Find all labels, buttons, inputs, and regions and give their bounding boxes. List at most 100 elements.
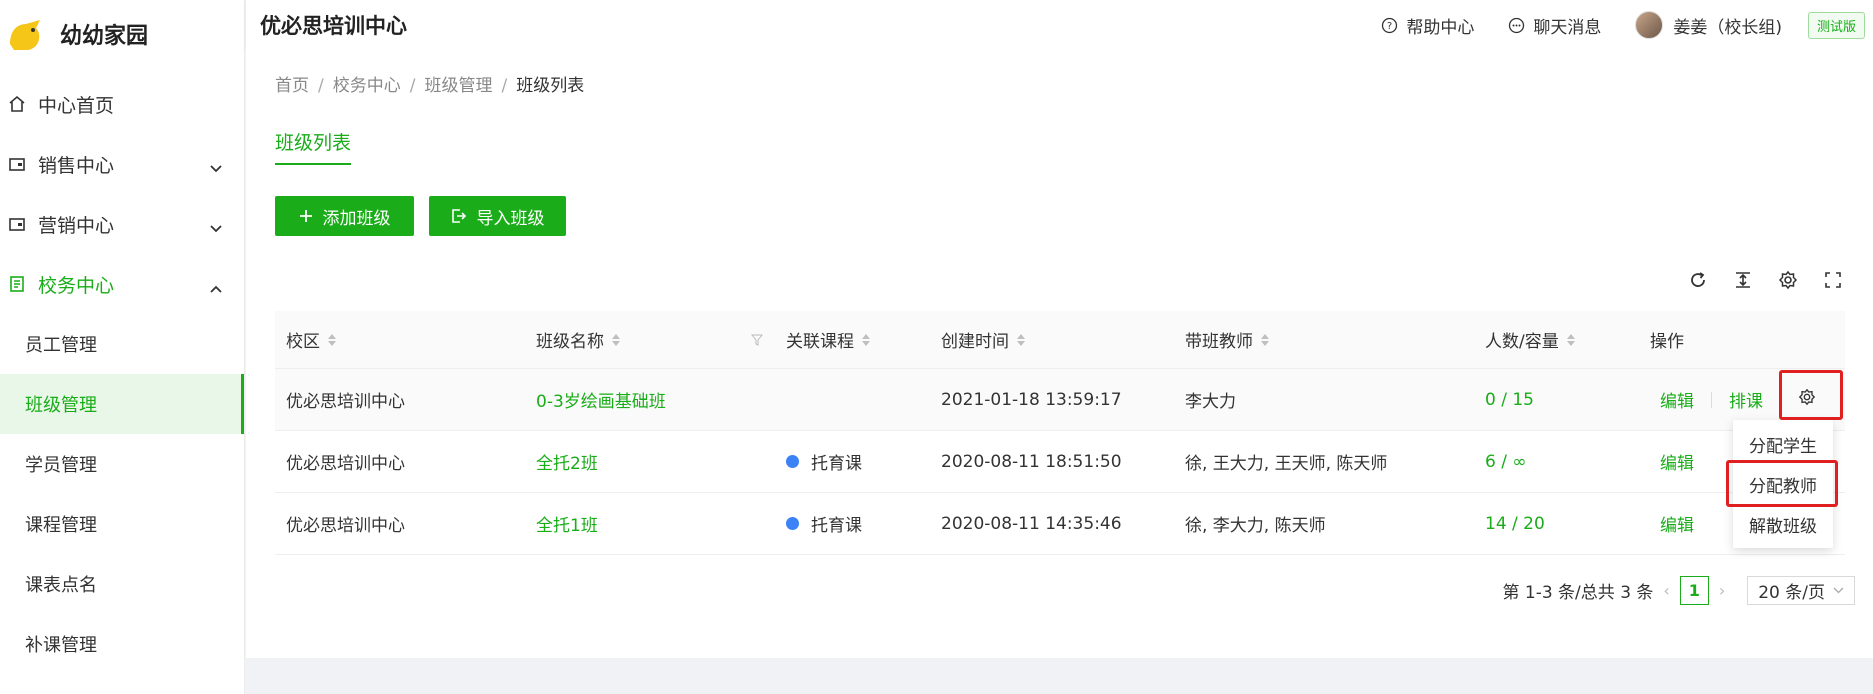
document-icon [6,273,28,295]
sort-icon[interactable] [862,333,870,346]
column-header-class-name[interactable]: 班级名称 [536,327,620,352]
app-name: 幼幼家园 [60,24,149,49]
dissolve-class-item[interactable]: 解散班级 [1733,504,1833,544]
edit-link[interactable]: 编辑 [1660,387,1694,412]
sidebar-item-label: 中心首页 [38,94,115,117]
cell-teachers: 李大力 [1185,392,1236,412]
cell-class-name-link[interactable]: 全托2班 [536,449,598,474]
fullscreen-icon[interactable] [1821,268,1845,292]
course-status-dot [786,517,799,530]
pagination-summary: 第 1-3 条/总共 3 条 [1502,583,1654,603]
table-row: 优必思培训中心 0-3岁绘画基础班 2021-01-18 13:59:17 李大… [275,369,1845,431]
schedule-link[interactable]: 排课 [1729,387,1763,412]
chevron-up-icon [210,276,222,298]
column-header-capacity[interactable]: 人数/容量 [1485,327,1575,352]
sort-icon[interactable] [1261,333,1269,346]
help-icon: ? [1382,17,1398,33]
tab-class-list[interactable]: 班级列表 [275,128,352,165]
assign-students-item[interactable]: 分配学生 [1733,424,1833,464]
chat-messages-link[interactable]: 聊天消息 [1508,13,1601,38]
sidebar-item-label: 营销中心 [38,214,115,237]
settings-icon[interactable] [1776,268,1800,292]
plus-icon [299,210,312,222]
sidebar-item-home[interactable]: 中心首页 [0,74,244,134]
breadcrumb-class-mgmt[interactable]: 班级管理 [424,76,492,96]
edit-link[interactable]: 编辑 [1660,454,1694,474]
sidebar-subitem-makeup[interactable]: 补课管理 [0,614,244,674]
table-toolbar [1665,268,1845,292]
sort-icon[interactable] [612,333,620,346]
column-header-campus[interactable]: 校区 [286,327,336,352]
sidebar-item-marketing[interactable]: 营销中心 [0,194,244,254]
sidebar-subitem-classes[interactable]: 班级管理 [0,374,244,434]
prev-page-icon[interactable]: ‹ [1663,581,1669,600]
cell-teachers: 徐, 李大力, 陈天师 [1185,516,1326,536]
cell-campus: 优必思培训中心 [286,516,405,536]
cell-class-name-link[interactable]: 0-3岁绘画基础班 [536,387,666,412]
pagination: 第 1-3 条/总共 3 条 ‹ 1 › 20 条/页 [1502,576,1855,605]
breadcrumb-home[interactable]: 首页 [275,76,309,96]
help-center-link[interactable]: ? 帮助中心 [1381,13,1474,38]
column-header-created[interactable]: 创建时间 [941,327,1025,352]
sidebar-subitem-staff[interactable]: 员工管理 [0,314,244,374]
column-header-course[interactable]: 关联课程 [786,327,870,352]
logo-icon [6,14,46,54]
sidebar: 幼幼家园 中心首页 销售中心 营销中心 校务中心 员工管理 班级管理 学员管理 … [0,0,245,694]
chevron-down-icon [210,216,222,238]
filter-icon[interactable] [750,331,764,351]
page-size-select[interactable]: 20 条/页 [1747,576,1855,605]
breadcrumb-school[interactable]: 校务中心 [333,76,401,96]
column-header-actions: 操作 [1650,332,1684,352]
chevron-down-icon [210,156,222,178]
home-icon [6,93,28,115]
sidebar-item-label: 销售中心 [38,154,115,177]
help-label: 帮助中心 [1406,17,1475,38]
cell-actions: 编辑 [1660,511,1694,536]
cell-actions: 编辑 [1660,449,1694,474]
sidebar-subitem-students[interactable]: 学员管理 [0,434,244,494]
cell-created: 2021-01-18 13:59:17 [941,389,1122,410]
cell-campus: 优必思培训中心 [286,392,405,412]
cell-course: 托育课 [786,511,862,536]
add-class-button[interactable]: 添加班级 [275,196,414,236]
sort-icon[interactable] [1017,333,1025,346]
chat-icon [1509,17,1525,33]
next-page-icon[interactable]: › [1719,581,1725,600]
sidebar-subitem-roll-call[interactable]: 课表点名 [0,554,244,614]
main-panel: 添加班级 导入班级 校区 班级名称 关联课程 创建时间 带班教师 人数/容量 操… [246,166,1873,658]
logo[interactable]: 幼幼家园 [0,0,244,68]
cell-created: 2020-08-11 18:51:50 [941,451,1122,472]
edit-link[interactable]: 编辑 [1660,516,1694,536]
page-1-button[interactable]: 1 [1679,576,1709,605]
cell-campus: 优必思培训中心 [286,454,405,474]
svg-text:?: ? [1387,21,1392,32]
user-name[interactable]: 姜姜（校长组) [1673,13,1782,38]
breadcrumb: 首页 / 校务中心 / 班级管理 / 班级列表 [275,76,585,96]
sort-icon[interactable] [1566,333,1575,346]
course-status-dot [786,455,799,468]
add-class-label: 添加班级 [322,208,391,229]
class-table: 校区 班级名称 关联课程 创建时间 带班教师 人数/容量 操作 优必思培训中心 … [275,311,1845,555]
avatar[interactable] [1635,11,1664,39]
sort-icon[interactable] [328,333,336,346]
cell-capacity: 6 / ∞ [1485,451,1527,472]
refresh-icon[interactable] [1686,268,1710,292]
cell-capacity: 0 / 15 [1485,389,1534,410]
import-class-button[interactable]: 导入班级 [429,196,566,236]
import-icon [451,209,466,223]
cell-teachers: 徐, 王大力, 王天师, 陈天师 [1185,454,1388,474]
wallet-icon [6,213,28,235]
table-row: 优必思培训中心 全托2班 托育课 2020-08-11 18:51:50 徐, … [275,431,1845,493]
table-row: 优必思培训中心 全托1班 托育课 2020-08-11 14:35:46 徐, … [275,493,1845,555]
column-header-teachers[interactable]: 带班教师 [1185,327,1269,352]
annotation-highlight-gear [1779,370,1843,420]
cell-class-name-link[interactable]: 全托1班 [536,511,598,536]
sidebar-item-label: 校务中心 [38,274,115,297]
annotation-highlight-assign-teacher [1726,460,1838,507]
cell-created: 2020-08-11 14:35:46 [941,513,1122,534]
sidebar-item-sales[interactable]: 销售中心 [0,134,244,194]
sidebar-item-school[interactable]: 校务中心 [0,254,244,314]
density-icon[interactable] [1731,268,1755,292]
sidebar-subitem-courses[interactable]: 课程管理 [0,494,244,554]
import-class-label: 导入班级 [476,208,545,229]
